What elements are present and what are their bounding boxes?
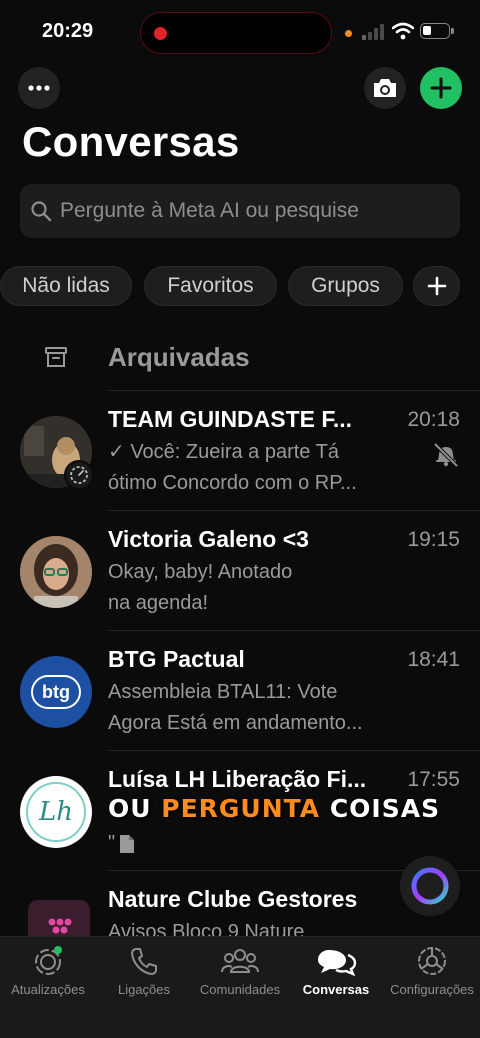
chat-name: Nature Clube Gestores	[108, 886, 358, 912]
chat-time: 17:55	[407, 768, 460, 791]
signal-icon	[362, 24, 386, 40]
mic-indicator-icon	[345, 30, 352, 37]
settings-icon	[418, 947, 446, 975]
status-time: 20:29	[42, 20, 94, 42]
meta-ai-icon	[411, 867, 449, 905]
muted-bell-icon	[433, 442, 459, 468]
filter-unread[interactable]: Não lidas	[0, 266, 132, 306]
avatar	[28, 900, 90, 936]
plus-icon	[430, 77, 452, 99]
btg-logo: btg	[31, 675, 81, 709]
tab-settings[interactable]: Configurações	[384, 944, 480, 997]
chat-name: Victoria Galeno <3	[108, 526, 309, 552]
chat-time: 20:18	[407, 408, 460, 431]
avatar: btg	[20, 656, 92, 728]
chat-preview-line1: Assembleia BTAL11: Vote	[108, 681, 338, 703]
tab-calls[interactable]: Ligações	[96, 944, 192, 997]
phone-icon	[131, 948, 157, 975]
search-input[interactable]: Pergunte à Meta AI ou pesquise	[60, 199, 359, 223]
video-caption: OU PERGUNTA COISAS	[108, 794, 441, 823]
chat-preview-line2: Agora Está em andamento...	[108, 712, 363, 734]
battery-icon	[420, 23, 450, 39]
chat-preview-line1: Avisos Bloco 9 Nature	[108, 921, 305, 936]
chat-preview-line2: na agenda!	[108, 592, 209, 614]
new-chat-button[interactable]	[420, 67, 462, 109]
search-icon	[31, 201, 52, 222]
chat-preview-line1: Okay, baby! Anotado	[108, 561, 293, 583]
filter-groups[interactable]: Grupos	[288, 266, 403, 306]
ellipsis-icon	[28, 85, 50, 91]
avatar	[20, 536, 92, 608]
recording-indicator-icon	[154, 27, 167, 40]
tab-communities[interactable]: Comunidades	[192, 944, 288, 997]
chat-name: BTG Pactual	[108, 646, 245, 672]
camera-button[interactable]	[364, 67, 406, 109]
avatar: Lh	[20, 776, 92, 848]
tab-updates[interactable]: Atualizações	[0, 944, 96, 997]
meta-ai-button[interactable]	[400, 856, 460, 916]
page-title: Conversas	[22, 118, 240, 165]
chat-preview-line1: ✓ Você: Zueira a parte Tá	[108, 441, 339, 463]
tab-chats[interactable]: Conversas	[288, 944, 384, 997]
chat-name: TEAM GUINDASTE F...	[108, 406, 353, 432]
communities-icon	[221, 949, 259, 973]
filter-favorites[interactable]: Favoritos	[144, 266, 277, 306]
add-filter-button[interactable]	[413, 266, 460, 306]
chat-time: 18:41	[407, 648, 460, 671]
camera-icon	[374, 79, 396, 97]
document-icon	[120, 835, 134, 853]
chat-preview-line2: ótimo Concordo com o RP...	[108, 472, 357, 494]
chat-name: Luísa LH Liberação Fi...	[108, 766, 367, 792]
chat-time: 19:15	[407, 528, 460, 551]
more-options-button[interactable]	[18, 67, 60, 109]
wifi-icon	[392, 22, 414, 40]
updates-icon	[35, 946, 62, 975]
plus-icon	[427, 276, 446, 296]
archive-icon	[45, 347, 67, 367]
disappearing-messages-icon	[64, 460, 94, 490]
lh-logo: Lh	[26, 782, 86, 842]
archived-label: Arquivadas	[108, 342, 250, 372]
chats-icon	[318, 950, 357, 977]
dynamic-island	[140, 12, 332, 54]
